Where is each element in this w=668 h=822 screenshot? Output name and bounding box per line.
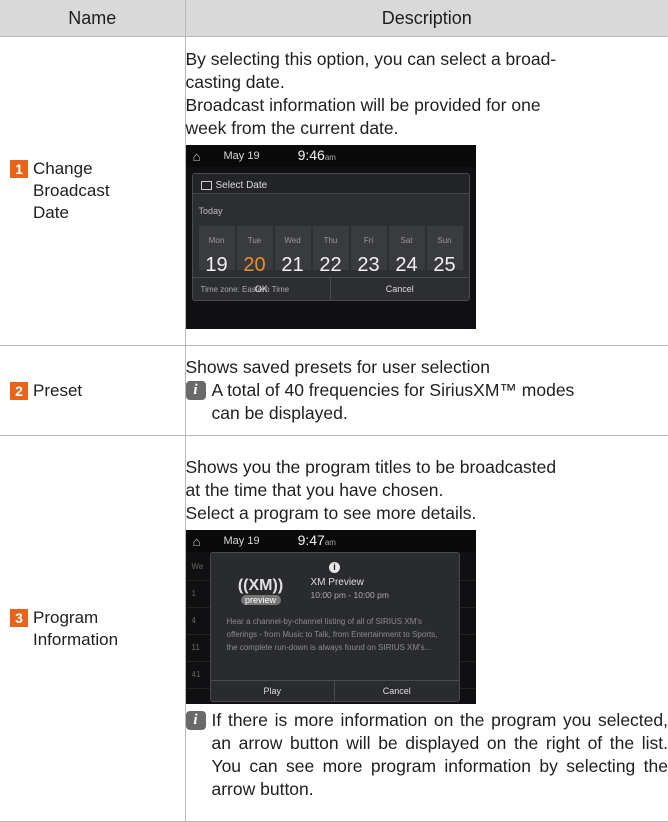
status-time: 9:46am [298, 145, 336, 169]
desc-line: at the time that you have chosen. [186, 480, 444, 500]
description-text: Shows you the program titles to be broad… [186, 456, 668, 525]
row-name-cell: 1 Change Broadcast Date [0, 37, 185, 346]
name-line: Change [33, 159, 93, 178]
home-icon: ⌂ [186, 145, 208, 168]
desc-line: Broadcast information will be provided f… [186, 95, 541, 115]
number-badge: 3 [10, 609, 28, 627]
note-text: If there is more information on the prog… [212, 709, 668, 801]
program-description: Hear a channel-by-channel listing of all… [227, 615, 445, 654]
row-description-cell: By selecting this option, you can select… [185, 37, 668, 346]
name-line: Date [33, 203, 69, 222]
day-button[interactable]: Fri23 [351, 226, 387, 270]
home-icon: ⌂ [186, 530, 208, 553]
desc-line: casting date. [186, 72, 285, 92]
cancel-button[interactable]: Cancel [330, 278, 469, 300]
program-time: 10:00 pm - 10:00 pm [311, 589, 389, 601]
desc-line: Select a program to see more details. [186, 503, 477, 523]
status-bar: ⌂ May 19 9:47am [186, 530, 476, 552]
dialog-title-text: Select Date [216, 174, 268, 197]
description-text: By selecting this option, you can select… [186, 48, 668, 140]
day-button[interactable]: Wed21 [275, 226, 311, 270]
today-label: Today [199, 200, 469, 223]
day-button[interactable]: Mon19 [199, 226, 235, 270]
note-text: A total of 40 frequencies for SiriusXM™ … [212, 379, 668, 425]
status-time: 9:47am [298, 530, 336, 554]
row-name-cell: 2 Preset [0, 346, 185, 436]
program-info-dialog: i ((XM)) preview XM Preview 10:00 pm - 1… [210, 552, 460, 702]
day-button[interactable]: Sun25 [427, 226, 463, 270]
desc-line: week from the current date. [186, 118, 399, 138]
program-info-screenshot: ⌂ May 19 9:47am We 1 4 11 41 i [186, 530, 476, 704]
row-name: Change Broadcast Date [33, 158, 110, 224]
row-description-cell: Shows you the program titles to be broad… [185, 436, 668, 822]
desc-line: Shows you the program titles to be broad… [186, 457, 557, 477]
description-text: Shows saved presets for user selection [186, 356, 668, 379]
note-line: can be displayed. [212, 403, 348, 423]
name-line: Broadcast [33, 181, 110, 200]
dialog-title: Select Date [193, 174, 469, 194]
table-row: 2 Preset Shows saved presets for user se… [0, 346, 668, 436]
program-meta: XM Preview 10:00 pm - 10:00 pm [311, 577, 389, 607]
row-name: Preset [33, 380, 82, 402]
program-header: ((XM)) preview XM Preview 10:00 pm - 10:… [231, 577, 459, 607]
xm-preview-logo: ((XM)) preview [231, 577, 291, 607]
dialog-header: i [211, 553, 459, 567]
name-line: Information [33, 630, 118, 649]
status-bar: ⌂ May 19 9:46am [186, 145, 476, 167]
row-name-cell: 3 Program Information [0, 436, 185, 822]
cancel-button[interactable]: Cancel [334, 681, 459, 701]
dialog-buttons: OK Cancel [193, 277, 469, 300]
name-line: Program [33, 608, 98, 627]
dialog-buttons: Play Cancel [211, 680, 459, 701]
day-picker: Mon19 Tue20 Wed21 Thu22 Fri23 Sat24 Sun2… [199, 226, 469, 270]
status-date: May 19 [224, 145, 260, 168]
table-row: 3 Program Information Shows you the prog… [0, 436, 668, 822]
note-line: A total of 40 frequencies for SiriusXM™ … [212, 380, 575, 400]
note: i If there is more information on the pr… [186, 709, 668, 801]
day-button[interactable]: Thu22 [313, 226, 349, 270]
table-row: 1 Change Broadcast Date By selecting thi… [0, 37, 668, 346]
header-name: Name [0, 0, 185, 37]
row-description-cell: Shows saved presets for user selection i… [185, 346, 668, 436]
info-i-icon: i [186, 711, 206, 730]
row-name: Program Information [33, 607, 118, 651]
feature-table: Name Description 1 Change Broadcast Date… [0, 0, 668, 822]
calendar-icon [201, 181, 212, 190]
select-date-dialog: Select Date Today Mon19 Tue20 Wed21 Thu2… [192, 173, 470, 301]
select-date-screenshot: ⌂ May 19 9:46am Select Date Today Mon19 … [186, 145, 476, 329]
ok-button[interactable]: OK [193, 278, 331, 300]
play-button[interactable]: Play [211, 681, 335, 701]
day-button[interactable]: Sat24 [389, 226, 425, 270]
day-button-selected[interactable]: Tue20 [237, 226, 273, 270]
info-i-icon: i [186, 381, 206, 400]
note: i A total of 40 frequencies for SiriusXM… [186, 379, 668, 425]
status-date: May 19 [224, 530, 260, 553]
desc-line: By selecting this option, you can select… [186, 49, 557, 69]
header-description: Description [185, 0, 668, 37]
table-header-row: Name Description [0, 0, 668, 37]
number-badge: 1 [10, 160, 28, 178]
info-icon: i [329, 562, 340, 573]
number-badge: 2 [10, 382, 28, 400]
program-title: XM Preview [311, 577, 389, 589]
